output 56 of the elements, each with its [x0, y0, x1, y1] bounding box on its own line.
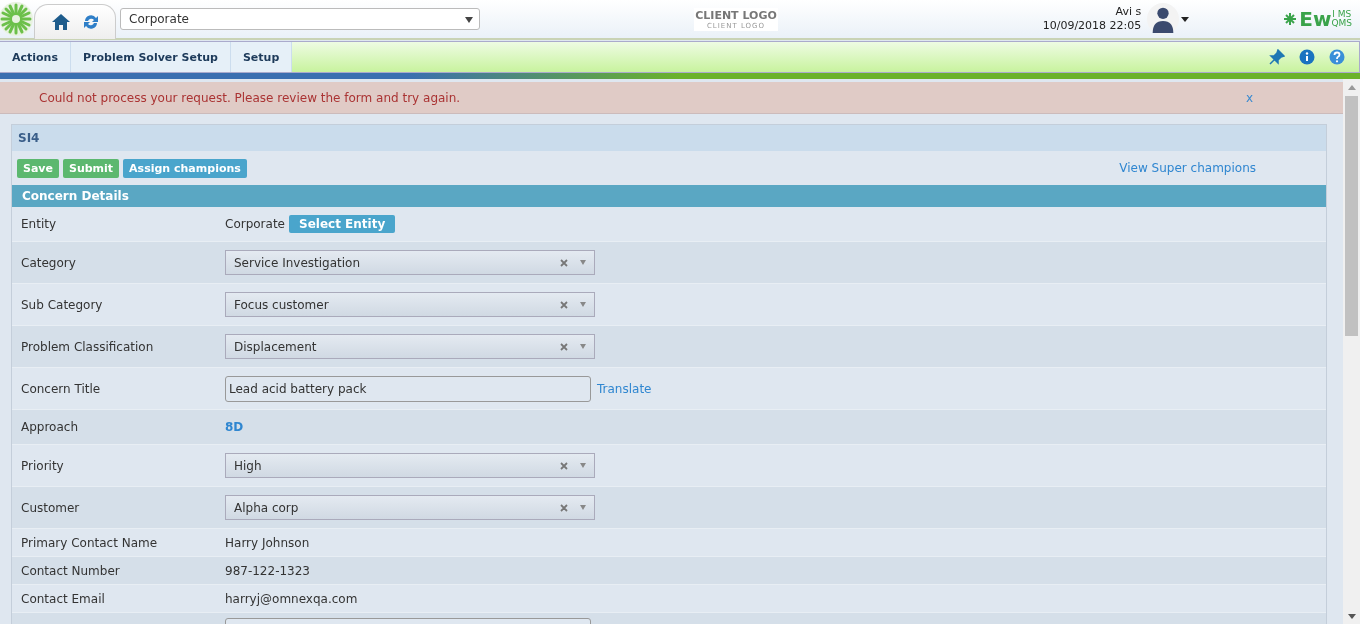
user-name: Avi s [1115, 5, 1142, 19]
entity-dropdown[interactable]: Corporate [120, 8, 480, 30]
scroll-up-icon[interactable] [1347, 85, 1356, 90]
field-value: Harry Johnson [225, 535, 310, 550]
help-icon[interactable] [1329, 49, 1345, 65]
menu-item[interactable]: Problem Solver Setup [71, 42, 231, 72]
caret-icon [580, 344, 586, 349]
field-label: Category [21, 255, 76, 270]
form-title: SI4 [18, 131, 40, 145]
caret-icon [580, 505, 586, 510]
select-field[interactable]: Focus customer [225, 292, 595, 317]
section-title: Concern Details [22, 189, 129, 203]
clear-icon[interactable] [560, 342, 568, 351]
caret-icon [580, 260, 586, 265]
date-time: 10/09/2018 22:05 [1042, 19, 1142, 33]
caret-icon[interactable] [1181, 16, 1190, 22]
scroll-thumb[interactable] [1345, 96, 1358, 336]
clear-icon[interactable] [560, 461, 568, 470]
clear-icon[interactable] [560, 258, 568, 267]
brand-text: QMS [1331, 19, 1352, 28]
field-label: Primary Contact Name [21, 535, 158, 550]
caret-icon [465, 17, 473, 23]
field-label: Entity [21, 217, 57, 231]
select-field[interactable]: Service Investigation [225, 250, 595, 275]
home-icon[interactable] [51, 11, 71, 32]
text-input[interactable]: Lead acid battery pack [225, 375, 591, 402]
asterisk-icon [1283, 12, 1298, 26]
field-label: Contact Email [21, 591, 105, 606]
menu-item[interactable]: Setup [230, 42, 293, 72]
field-label: Concern Title [21, 381, 101, 396]
clear-icon[interactable] [560, 503, 568, 512]
pin-icon[interactable] [1269, 49, 1285, 65]
select-field[interactable]: High [225, 453, 595, 478]
sunburst-logo-icon [0, 1, 34, 37]
field-value: 987-122-1323 [225, 563, 310, 578]
select-field[interactable]: Displacement [225, 334, 595, 359]
caret-icon [580, 302, 586, 307]
user-avatar-icon[interactable] [1147, 3, 1180, 35]
scroll-down-icon[interactable] [1347, 614, 1356, 619]
field-value: Corporate [225, 217, 285, 231]
field-label: Customer [21, 500, 80, 515]
field-label: Sub Category [21, 297, 103, 312]
clear-icon[interactable] [560, 300, 568, 309]
menu-item[interactable]: Actions [0, 42, 71, 72]
field-label: Contact Number [21, 563, 120, 578]
brand-text: I MS [1332, 10, 1352, 19]
scrollbar[interactable] [1343, 79, 1360, 624]
brand-text: Ew [1299, 9, 1332, 29]
field-label: Priority [21, 458, 64, 473]
info-icon[interactable] [1299, 49, 1315, 65]
caret-icon [580, 463, 586, 468]
select-field[interactable]: Alpha corp [225, 495, 595, 520]
field-label: Problem Classification [21, 339, 154, 354]
field-label: Approach [21, 420, 78, 434]
field-value: harryj@omnexqa.com [225, 591, 358, 606]
error-message: Could not process your request. Please review the form and try again. [39, 90, 461, 105]
